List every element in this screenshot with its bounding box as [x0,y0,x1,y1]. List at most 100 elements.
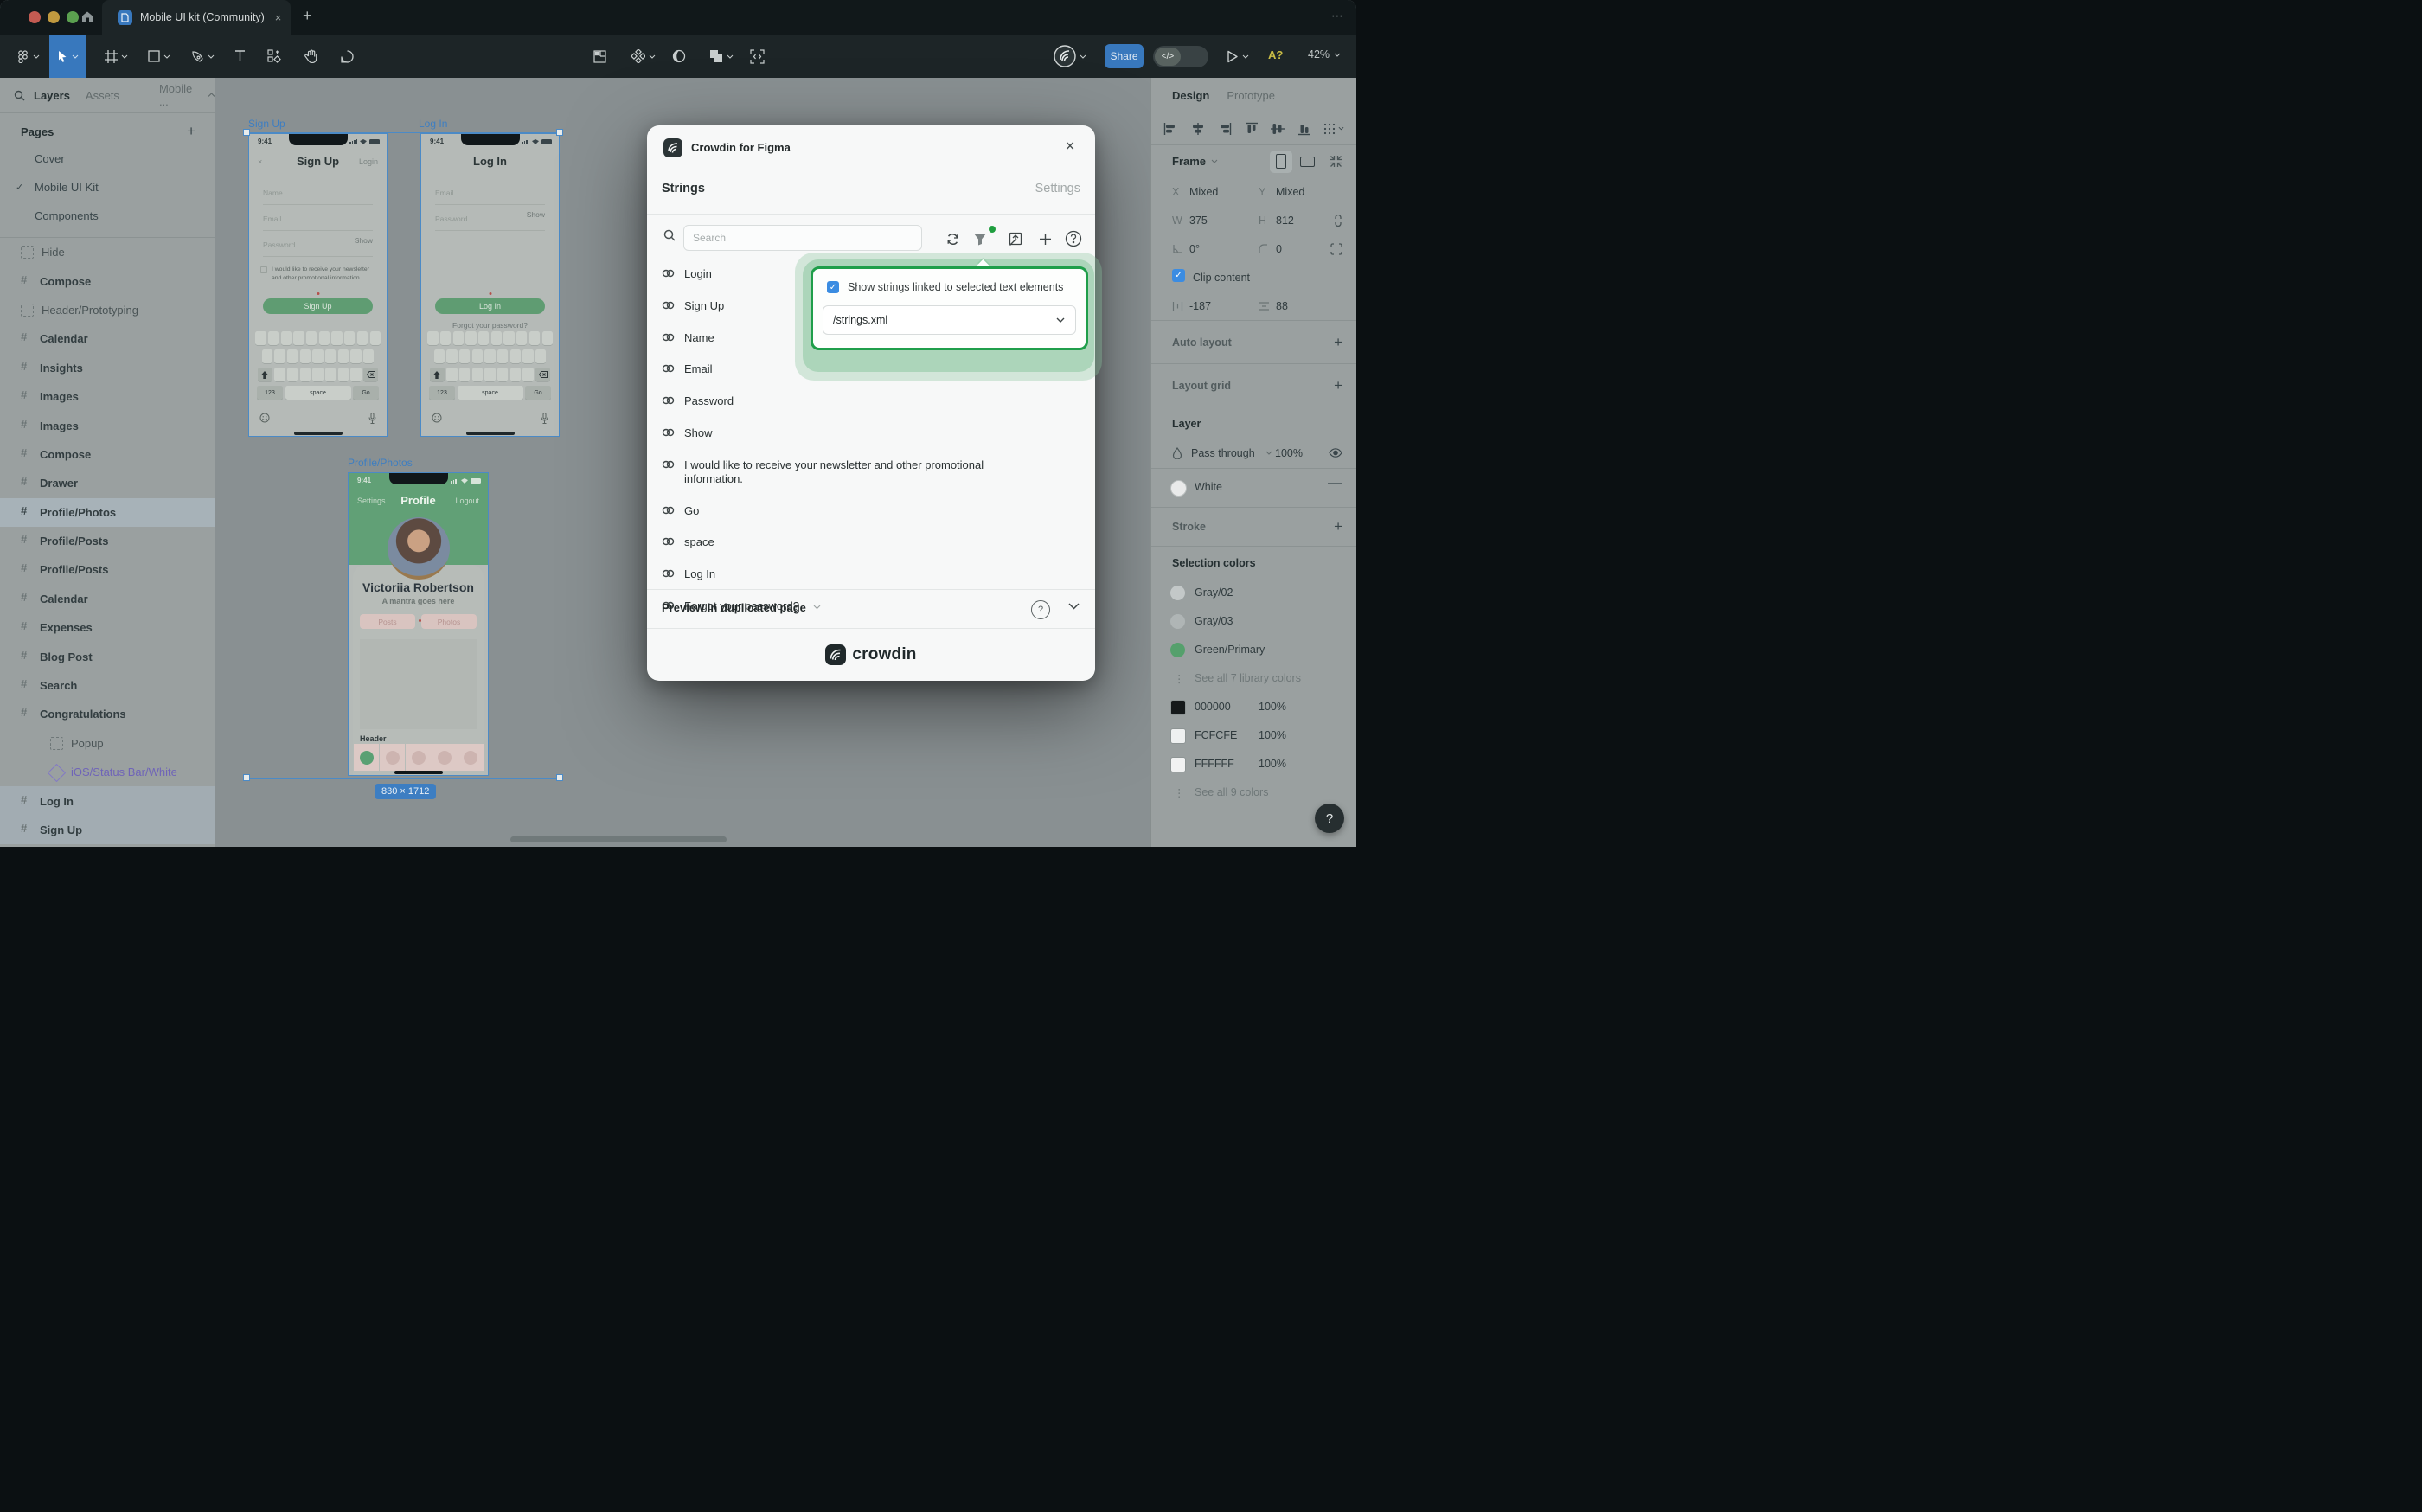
mask-icon[interactable] [666,35,692,78]
page-item[interactable]: ✓ Mobile UI Kit [0,173,215,202]
zoom-level-control[interactable]: 42% [1308,48,1341,61]
y-value[interactable]: Mixed [1276,186,1304,198]
shape-tool[interactable] [140,35,178,78]
layer-row[interactable]: Images [0,382,215,411]
align-left-icon[interactable] [1163,123,1177,135]
traffic-light-close[interactable] [29,11,41,23]
frame-tool[interactable] [97,35,135,78]
string-item[interactable]: space [662,535,1016,549]
preview-help-icon[interactable]: ? [1031,600,1050,619]
frame-type-dropdown[interactable]: Frame [1172,155,1206,168]
layer-row[interactable]: Profile/Photos [0,498,215,527]
corner-radius-value[interactable]: 0 [1276,243,1282,255]
add-string-icon[interactable] [1035,228,1055,249]
orientation-landscape-button[interactable] [1296,151,1318,173]
frame-label-login[interactable]: Log In [419,118,447,130]
tab-assets[interactable]: Assets [86,89,119,102]
visibility-eye-icon[interactable] [1329,448,1342,458]
layer-row[interactable]: Profile/Posts [0,527,215,555]
traffic-light-minimize[interactable] [48,11,60,23]
frame-label-profile[interactable]: Profile/Photos [348,457,413,469]
tidy-up-dropdown[interactable] [1323,123,1344,135]
tab-strings[interactable]: Strings [662,182,705,195]
pen-tool[interactable] [183,35,221,78]
string-item[interactable]: I would like to receive your newsletter … [662,458,1016,487]
present-button[interactable] [1218,35,1258,78]
comment-tool[interactable] [332,35,362,78]
tab-design[interactable]: Design [1172,89,1209,102]
layer-row[interactable]: Blog Post [0,642,215,670]
page-item[interactable]: ✓ Cover [0,144,215,173]
chevron-down-icon[interactable] [813,605,821,610]
x-value[interactable]: Mixed [1189,186,1218,198]
align-right-icon[interactable] [1218,123,1232,135]
signup-frame[interactable]: 9:41 × Sign Up Login Name Email Password… [248,133,388,437]
layer-row[interactable]: Search [0,671,215,700]
new-tab-button[interactable]: + [303,7,312,25]
string-item[interactable]: Show [662,426,1016,440]
color-row[interactable]: Gray/02 [1151,580,1356,608]
layer-row[interactable]: Header/Prototyping [0,296,215,324]
search-icon[interactable] [14,90,25,101]
preview-label[interactable]: Preview in duplicated page [662,601,806,614]
independent-corners-icon[interactable] [1330,243,1342,255]
layer-row[interactable]: Popup [0,729,215,758]
hex-color-row[interactable]: 000000 100% [1151,694,1356,722]
layer-row[interactable]: Congratulations [0,700,215,728]
share-button[interactable]: Share [1105,44,1144,68]
fill-color-swatch[interactable] [1170,480,1187,497]
layer-row[interactable]: Sign Up [0,816,215,844]
add-page-button[interactable]: + [187,123,195,140]
blend-mode-value[interactable]: Pass through [1191,447,1255,459]
dev-mode-toggle[interactable]: </> [1153,46,1208,67]
layer-row[interactable]: Compose [0,266,215,295]
layer-row[interactable]: Expenses [0,613,215,642]
frame-label-signup[interactable]: Sign Up [248,118,285,130]
layer-row[interactable]: Images [0,411,215,439]
file-tab[interactable]: Mobile UI kit (Community) × [102,0,291,35]
layer-row[interactable]: Profile/Posts [0,555,215,584]
boolean-groups-icon[interactable] [702,35,740,78]
align-bottom-icon[interactable] [1298,122,1310,136]
move-tool[interactable] [49,35,86,78]
see-all-library-colors[interactable]: ⋮ See all 7 library colors [1151,665,1356,694]
profile-frame[interactable]: 9:41 Settings Profile Logout Victoriia R… [348,472,489,776]
selection-handle-bottom-right[interactable] [556,774,563,781]
layer-row[interactable]: Compose [0,440,215,469]
chevron-up-icon[interactable] [208,93,215,98]
string-item[interactable]: Log In [662,567,1016,581]
collapse-chevron-icon[interactable] [1068,603,1080,610]
fill-color-name[interactable]: White [1195,481,1222,493]
page-item[interactable]: ✓ Components [0,202,215,230]
layout-panels-icon[interactable] [586,35,612,78]
width-value[interactable]: 375 [1189,215,1208,227]
filter-icon[interactable] [970,228,990,249]
add-layout-grid-button[interactable]: + [1334,377,1342,394]
remove-fill-button[interactable]: — [1328,474,1342,491]
layer-row[interactable]: Calendar [0,324,215,353]
tab-prototype[interactable]: Prototype [1227,89,1275,102]
shrink-to-fit-icon[interactable] [1330,155,1342,168]
string-item[interactable]: Password [662,394,1016,408]
selection-handle-top-right[interactable] [556,129,563,136]
color-row[interactable]: Gray/03 [1151,608,1356,637]
horizontal-scrollbar[interactable] [510,836,727,842]
add-auto-layout-button[interactable]: + [1334,334,1342,351]
main-menu-button[interactable] [9,35,47,78]
refresh-icon[interactable] [942,228,963,249]
search-input[interactable] [683,225,922,251]
hand-tool[interactable] [296,35,325,78]
checkbox-checked-icon[interactable]: ✓ [827,281,839,293]
orientation-portrait-button[interactable] [1270,151,1292,173]
missing-fonts-badge[interactable]: A? [1268,48,1283,61]
height-value[interactable]: 812 [1276,215,1294,227]
layer-row[interactable]: Hide [0,238,215,266]
vertical-gap-value[interactable]: 88 [1276,300,1288,312]
layer-row[interactable]: iOS/Status Bar/White [0,758,215,786]
component-tool[interactable] [625,35,663,78]
tab-settings[interactable]: Settings [1035,182,1080,195]
resources-tool[interactable] [260,35,289,78]
help-button[interactable]: ? [1315,804,1344,833]
layer-row[interactable]: Calendar [0,585,215,613]
clip-content-checkbox[interactable]: ✓ [1172,269,1185,282]
